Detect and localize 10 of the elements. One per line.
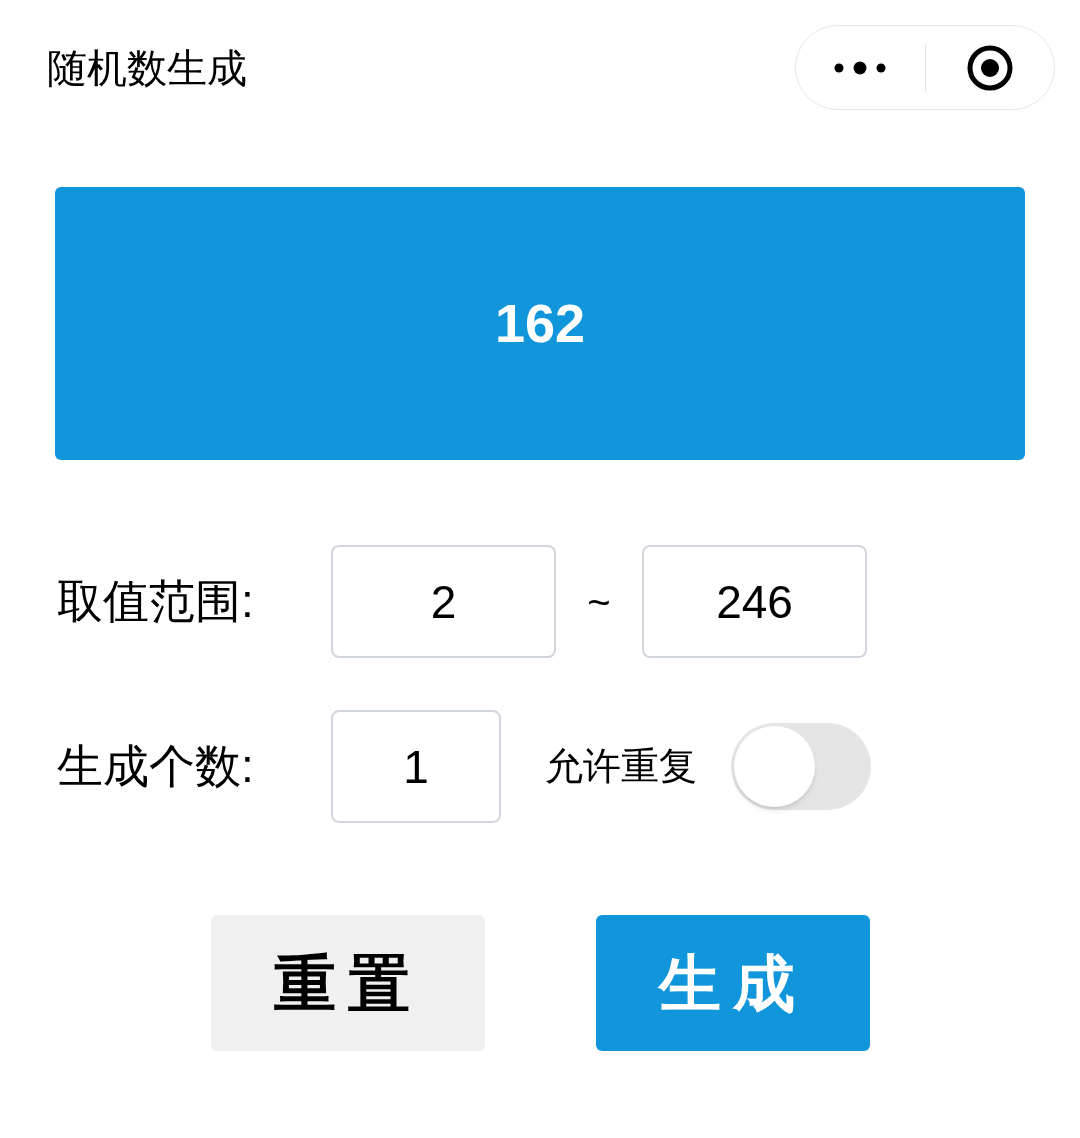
page-title: 随机数生成 xyxy=(47,44,247,92)
reset-button[interactable]: 重置 xyxy=(210,915,485,1051)
count-label: 生成个数: xyxy=(57,739,255,794)
max-input[interactable]: 246 xyxy=(642,545,867,658)
range-label: 取值范围: xyxy=(57,574,255,629)
allow-repeat-label: 允许重复 xyxy=(545,744,698,789)
count-input[interactable]: 1 xyxy=(331,710,501,823)
result-number: 162 xyxy=(494,292,586,355)
range-separator: ~ xyxy=(586,578,612,626)
min-input[interactable]: 2 xyxy=(331,545,556,658)
